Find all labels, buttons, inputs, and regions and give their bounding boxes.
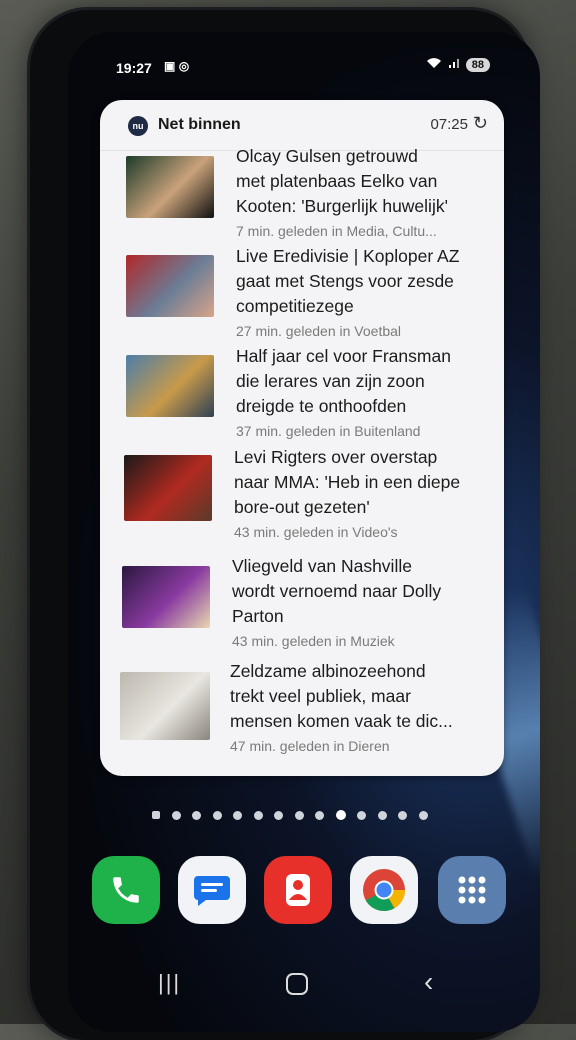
news-meta: 37 min. geleden in Buitenland	[236, 423, 421, 439]
news-thumbnail	[126, 156, 214, 218]
phone-frame: 19:27 ▣ ◎ 88 nu Net binnen 07:25 ↻ Olcay…	[30, 10, 540, 1040]
page-dot	[212, 810, 222, 820]
phone-app[interactable]	[92, 856, 160, 924]
message-icon	[194, 876, 230, 906]
home-screen: 19:27 ▣ ◎ 88 nu Net binnen 07:25 ↻ Olcay…	[68, 32, 540, 1032]
phone-icon	[113, 877, 139, 903]
status-notification-icons: ▣ ◎	[164, 59, 189, 73]
news-widget[interactable]: nu Net binnen 07:25 ↻ Olcay Gulsen getro…	[100, 100, 504, 776]
page-dot	[253, 810, 263, 820]
page-dot	[152, 811, 160, 819]
widget-title: Net binnen	[158, 116, 241, 133]
wifi-icon	[426, 57, 442, 72]
news-thumbnail	[122, 566, 210, 628]
news-thumbnail	[126, 355, 214, 417]
news-meta: 27 min. geleden in Voetbal	[236, 323, 402, 339]
news-list: Olcay Gulsen getrouwd met platenbaas Eel…	[100, 146, 504, 772]
back-button[interactable]: ‹	[424, 966, 433, 998]
page-dot	[357, 810, 366, 820]
news-headline: Zeldzame albinozeehond trekt veel publie…	[230, 661, 453, 731]
home-button[interactable]	[286, 973, 308, 995]
apps-drawer[interactable]	[438, 856, 506, 924]
news-meta: 43 min. geleden in Video's	[234, 524, 398, 540]
news-thumbnail	[120, 672, 210, 740]
news-item[interactable]: Levi Rigters over overstap naar MMA: 'He…	[100, 447, 504, 566]
status-right: 88	[426, 57, 490, 72]
news-meta: 7 min. geleden in Media, Cultu...	[236, 223, 437, 239]
status-time: 19:27	[116, 60, 152, 76]
news-headline: Levi Rigters over overstap naar MMA: 'He…	[234, 447, 461, 517]
image-icon: ▣	[164, 59, 176, 73]
news-meta: 43 min. geleden in Muziek	[232, 633, 395, 649]
whatsapp-icon: ◎	[178, 59, 190, 73]
news-thumbnail	[124, 455, 212, 521]
news-item[interactable]: Zeldzame albinozeehond trekt veel publie…	[100, 661, 504, 772]
page-dot	[274, 810, 283, 820]
battery-indicator: 88	[465, 57, 490, 72]
page-dot	[192, 810, 201, 820]
nu-logo-icon: nu	[128, 116, 148, 136]
page-dot	[377, 810, 387, 820]
messages-app[interactable]	[178, 856, 246, 924]
page-dot	[315, 810, 324, 820]
page-dot	[294, 810, 304, 820]
news-headline: Live Eredivisie | Koploper AZ gaat met S…	[236, 246, 460, 316]
news-item[interactable]: Olcay Gulsen getrouwd met platenbaas Eel…	[100, 146, 504, 257]
grid-icon	[458, 876, 486, 904]
recents-button[interactable]: |||	[158, 970, 181, 996]
navigation-bar: ||| ‹	[68, 962, 540, 1012]
page-dot-active	[335, 810, 346, 820]
signal-icon	[448, 57, 460, 72]
contacts-app[interactable]	[264, 856, 332, 924]
status-bar: 19:27 ▣ ◎ 88	[68, 32, 540, 82]
page-dot	[398, 810, 407, 820]
news-headline: Half jaar cel voor Fransman die lerares …	[236, 346, 451, 416]
refresh-icon[interactable]: ↻	[473, 113, 488, 134]
chrome-icon	[363, 869, 405, 912]
page-dot	[418, 810, 428, 820]
news-headline: Olcay Gulsen getrouwd met platenbaas Eel…	[236, 146, 448, 216]
page-dot	[233, 810, 242, 820]
chrome-app[interactable]	[350, 856, 418, 924]
page-indicator[interactable]	[152, 808, 452, 822]
news-headline: Vliegveld van Nashville wordt vernoemd n…	[232, 556, 442, 626]
news-thumbnail	[126, 255, 214, 317]
contact-icon	[286, 874, 310, 906]
news-item[interactable]: Vliegveld van Nashville wordt vernoemd n…	[100, 556, 504, 669]
news-meta: 47 min. geleden in Dieren	[230, 738, 390, 754]
widget-updated-time: 07:25	[430, 116, 468, 133]
page-dot	[171, 810, 181, 820]
app-dock	[92, 856, 516, 932]
